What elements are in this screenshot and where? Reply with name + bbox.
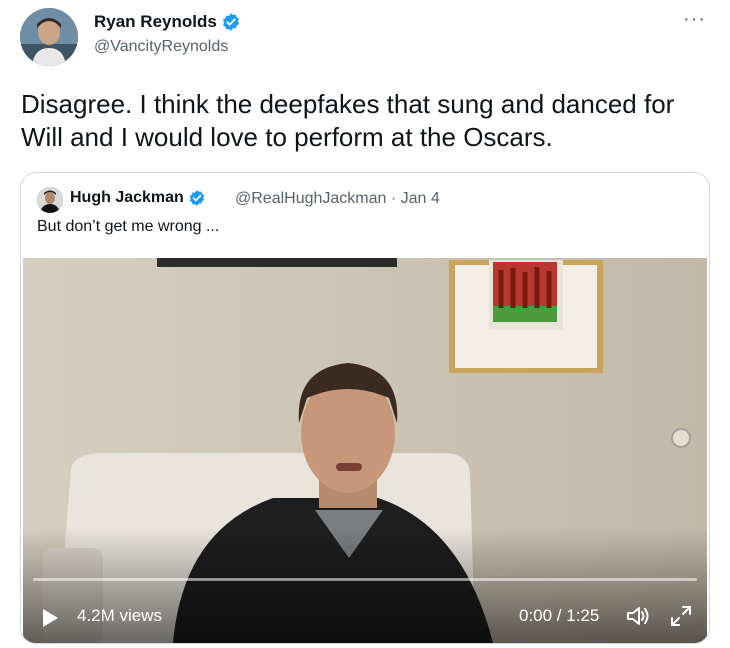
quoted-author-name-text: Hugh Jackman (70, 189, 184, 206)
more-options-icon[interactable]: ··· (683, 8, 706, 31)
play-icon[interactable] (41, 608, 59, 628)
quoted-tweet-card[interactable]: Hugh Jackman @RealHughJackman · Jan 4 Bu… (20, 172, 710, 644)
video-views: 4.2M views (77, 606, 163, 625)
volume-icon[interactable] (625, 604, 651, 628)
tweet-text: Disagree. I think the deepfakes that sun… (21, 89, 675, 152)
video-player[interactable]: 4.2M views 0:00 / 1:25 (23, 258, 707, 643)
fullscreen-icon[interactable] (669, 604, 693, 628)
video-progress-bar[interactable] (33, 578, 697, 581)
verified-badge-icon (189, 190, 205, 206)
video-frame (23, 258, 707, 643)
video-time: 0:00 / 1:25 (519, 606, 600, 625)
author-handle[interactable]: @VancityReynolds (94, 38, 228, 56)
author-name[interactable]: Ryan Reynolds (94, 12, 241, 32)
quoted-author-name[interactable]: Hugh Jackman (70, 189, 206, 207)
verified-badge-icon (222, 13, 239, 31)
quoted-author-avatar[interactable] (37, 187, 63, 213)
quoted-author-handle-date[interactable]: @RealHughJackman · Jan 4 (235, 190, 440, 208)
author-name-text: Ryan Reynolds (94, 12, 217, 31)
author-avatar[interactable] (20, 8, 78, 66)
quoted-tweet-text: But don’t get me wrong ... (37, 218, 220, 235)
